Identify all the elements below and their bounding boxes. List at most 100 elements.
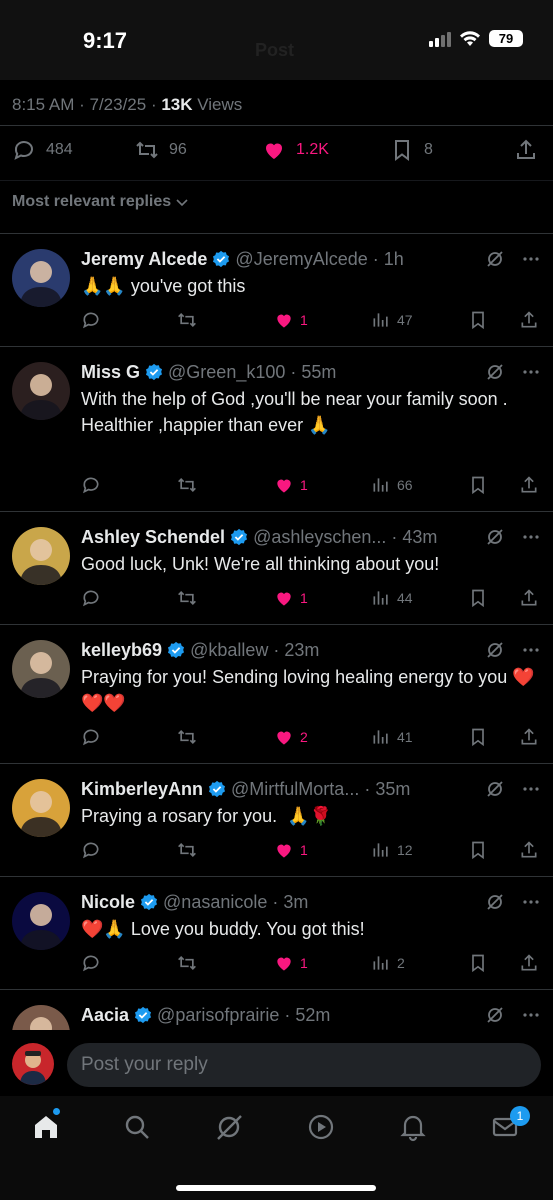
share-button[interactable] (519, 727, 539, 747)
tab-grok[interactable] (214, 1112, 244, 1142)
views-button[interactable]: 41 (371, 727, 413, 747)
header-title: Post (255, 40, 295, 60)
author-handle[interactable]: @nasanicole · 3m (163, 892, 308, 913)
bookmark-button[interactable] (468, 953, 488, 973)
share-button[interactable] (519, 475, 539, 495)
reply-button[interactable] (81, 475, 101, 495)
tab-home[interactable] (31, 1108, 61, 1142)
like-button[interactable]: 1 (274, 840, 308, 860)
like-button[interactable]: 1 (274, 588, 308, 608)
avatar[interactable] (12, 527, 70, 585)
author-handle[interactable]: @ashleyschen... · 43m (253, 527, 437, 548)
author-handle[interactable]: @MirtfulMorta... · 35m (231, 779, 410, 800)
bookmark-button[interactable] (468, 840, 488, 860)
reply-button[interactable] (81, 953, 101, 973)
reply-item[interactable]: Aacia @parisofprairie · 52m (0, 990, 553, 1030)
reply-item[interactable]: kelleyb69 @kballew · 23m Praying for you… (0, 625, 553, 763)
repost-button[interactable] (177, 588, 197, 608)
more-icon[interactable] (521, 527, 541, 547)
grok-icon[interactable] (485, 1005, 505, 1025)
user-avatar[interactable] (12, 1043, 54, 1085)
repost-button[interactable] (177, 727, 197, 747)
reply-text: Praying a rosary for you. 🙏🌹 (81, 806, 332, 826)
grok-icon[interactable] (485, 249, 505, 269)
tab-messages[interactable]: 1 (490, 1106, 530, 1142)
sort-dropdown[interactable]: Most relevant replies (12, 193, 189, 211)
author-handle[interactable]: @parisofprairie · 52m (157, 1005, 330, 1026)
tab-notifications[interactable] (398, 1112, 428, 1142)
reply-button[interactable] (81, 310, 101, 330)
bookmark-button[interactable] (468, 475, 488, 495)
repost-button[interactable] (177, 475, 197, 495)
grok-icon[interactable] (485, 640, 505, 660)
more-icon[interactable] (521, 892, 541, 912)
reply-item[interactable]: Jeremy Alcede @JeremyAlcede · 1h 🙏🙏 you'… (0, 234, 553, 346)
share-button[interactable] (519, 953, 539, 973)
avatar[interactable] (12, 892, 70, 950)
more-icon[interactable] (521, 1005, 541, 1025)
author-handle[interactable]: @JeremyAlcede · 1h (235, 249, 403, 270)
reply-button[interactable] (81, 840, 101, 860)
views-button[interactable]: 66 (371, 475, 413, 495)
grok-icon[interactable] (485, 779, 505, 799)
repost-button[interactable] (177, 953, 197, 973)
tab-video[interactable] (306, 1112, 336, 1142)
author-handle[interactable]: @Green_k100 · 55m (168, 362, 336, 383)
share-button[interactable] (519, 310, 539, 330)
repost-button[interactable] (177, 840, 197, 860)
author-name[interactable]: kelleyb69 (81, 640, 162, 661)
like-count: 1 (300, 477, 308, 493)
author-name[interactable]: Jeremy Alcede (81, 249, 207, 270)
bookmark-stat-button[interactable]: 8 (390, 138, 433, 162)
reply-item[interactable]: Nicole @nasanicole · 3m ❤️🙏 Love you bud… (0, 877, 553, 989)
author-handle[interactable]: @kballew · 23m (190, 640, 319, 661)
like-button[interactable]: 1 (274, 310, 308, 330)
sort-label: Most relevant replies (12, 193, 172, 210)
verified-badge-icon (146, 363, 163, 381)
reply-item[interactable]: Miss G @Green_k100 · 55m With the help o… (0, 347, 553, 511)
avatar[interactable] (12, 1005, 70, 1030)
reply-button[interactable] (81, 588, 101, 608)
reply-item[interactable]: KimberleyAnn @MirtfulMorta... · 35m Pray… (0, 764, 553, 876)
bookmark-button[interactable] (468, 727, 488, 747)
more-icon[interactable] (521, 362, 541, 382)
share-button[interactable] (519, 588, 539, 608)
author-name[interactable]: Ashley Schendel (81, 527, 225, 548)
repost-button[interactable] (177, 310, 197, 330)
reply-input[interactable]: Post your reply (67, 1043, 541, 1087)
like-button[interactable]: 1 (274, 953, 308, 973)
more-icon[interactable] (521, 779, 541, 799)
share-button[interactable] (519, 840, 539, 860)
avatar[interactable] (12, 640, 70, 698)
like-stat-button[interactable]: 1.2K (262, 138, 329, 162)
grok-icon[interactable] (485, 527, 505, 547)
avatar[interactable] (12, 779, 70, 837)
grok-icon[interactable] (485, 362, 505, 382)
bookmark-button[interactable] (468, 310, 488, 330)
more-icon[interactable] (521, 640, 541, 660)
author-name[interactable]: Miss G (81, 362, 140, 383)
share-icon (521, 589, 537, 606)
more-icon[interactable] (521, 249, 541, 269)
reply-item[interactable]: Ashley Schendel @ashleyschen... · 43m Go… (0, 512, 553, 624)
repost-stat-button[interactable]: 96 (135, 138, 187, 162)
share-button[interactable] (514, 138, 538, 162)
reply-stat-button[interactable]: 484 (12, 138, 73, 162)
author-name[interactable]: Nicole (81, 892, 135, 913)
tab-search[interactable] (122, 1112, 152, 1142)
reply-button[interactable] (81, 727, 101, 747)
reply-text: 🙏🙏 you've got this (81, 276, 246, 296)
author-name[interactable]: Aacia (81, 1005, 129, 1026)
like-button[interactable]: 1 (274, 475, 308, 495)
like-button[interactable]: 2 (274, 727, 308, 747)
avatar[interactable] (12, 362, 70, 420)
views-button[interactable]: 47 (371, 310, 413, 330)
avatar[interactable] (12, 249, 70, 307)
views-button[interactable]: 2 (371, 953, 405, 973)
reply-header: Nicole @nasanicole · 3m (81, 890, 308, 914)
bookmark-button[interactable] (468, 588, 488, 608)
grok-icon[interactable] (485, 892, 505, 912)
views-button[interactable]: 44 (371, 588, 413, 608)
author-name[interactable]: KimberleyAnn (81, 779, 203, 800)
views-button[interactable]: 12 (371, 840, 413, 860)
